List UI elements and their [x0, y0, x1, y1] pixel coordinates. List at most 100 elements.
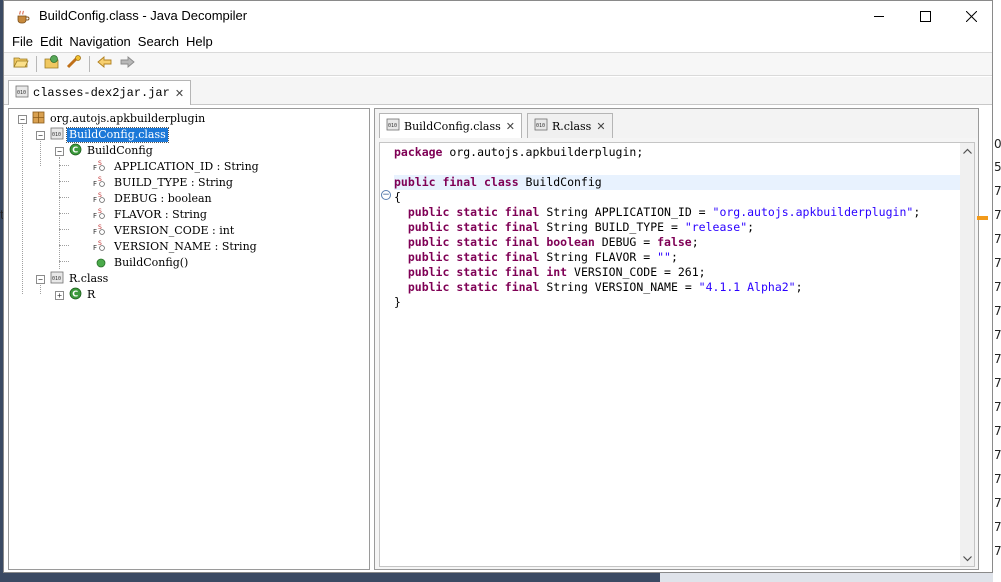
class-icon: C	[69, 143, 82, 160]
tree-label: BuildConfig()	[114, 256, 189, 269]
tree-item-buildconfig-class[interactable]: − 010 BuildConfig.class	[36, 126, 169, 144]
desktop-text: 7	[994, 544, 1001, 558]
title-bar[interactable]: BuildConfig.class - Java Decompiler	[4, 1, 992, 32]
menu-bar: File Edit Navigation Search Help	[4, 32, 992, 52]
tree-item-field[interactable]: FS VERSION_NAME : String	[93, 239, 259, 255]
close-tab-icon[interactable]: ✕	[175, 87, 184, 100]
tab-r-class[interactable]: 010 R.class ✕	[527, 113, 613, 138]
minimize-button[interactable]	[856, 1, 902, 32]
close-tab-icon[interactable]: ✕	[506, 120, 515, 133]
desktop-text: 7	[994, 424, 1001, 438]
tab-buildconfig-class[interactable]: 010 BuildConfig.class ✕	[379, 113, 522, 138]
tree-item-method[interactable]: BuildConfig()	[93, 255, 190, 271]
code-line: }	[394, 295, 401, 309]
toolbar-separator	[36, 56, 37, 72]
editor-gutter	[380, 143, 392, 566]
svg-text:F: F	[93, 244, 97, 252]
open-type-button[interactable]	[41, 54, 63, 74]
desktop-text: 0	[994, 137, 1001, 151]
tree-item-field[interactable]: FS VERSION_CODE : int	[93, 223, 236, 239]
tree-label: VERSION_NAME : String	[114, 240, 257, 253]
open-file-icon	[13, 55, 29, 73]
menu-navigation[interactable]: Navigation	[66, 32, 134, 52]
code-line: public static final String BUILD_TYPE = …	[407, 220, 755, 234]
close-tab-icon[interactable]: ✕	[596, 120, 605, 133]
code-line-current: public final class BuildConfig	[394, 175, 960, 190]
search-button[interactable]	[63, 54, 85, 74]
svg-text:010: 010	[52, 276, 61, 282]
class-file-icon: 010	[386, 117, 400, 135]
code-line: public static final String FLAVOR = "";	[407, 250, 678, 264]
tree-item-package[interactable]: − org.autojs.apkbuilderplugin	[18, 111, 207, 127]
editor-tab-bar: 010 BuildConfig.class ✕ 010 R.class ✕	[375, 109, 978, 138]
tree-item-field[interactable]: FS BUILD_TYPE : String	[93, 175, 235, 191]
tree-item-r-class[interactable]: − 010 R.class	[36, 271, 110, 287]
svg-text:F: F	[93, 228, 97, 236]
tree-label: VERSION_CODE : int	[114, 224, 235, 237]
code-line: public static final int VERSION_CODE = 2…	[407, 265, 706, 279]
static-final-field-icon: FS	[93, 207, 109, 224]
back-button[interactable]	[94, 54, 116, 74]
desktop-text: 5	[994, 160, 1001, 174]
tree-item-buildconfig[interactable]: − C BuildConfig	[55, 143, 155, 159]
class-file-icon: 010	[50, 270, 64, 288]
file-tab-bar: 010 classes-dex2jar.jar ✕	[4, 77, 992, 105]
search-icon	[66, 55, 82, 73]
toolbar	[4, 52, 992, 76]
public-method-icon	[93, 258, 109, 268]
collapse-toggle[interactable]: −	[36, 274, 45, 284]
fold-collapse-icon[interactable]: −	[381, 190, 391, 200]
class-file-icon: 010	[50, 126, 64, 144]
svg-text:010: 010	[388, 123, 397, 129]
vertical-scrollbar[interactable]	[960, 143, 974, 566]
scroll-up-icon[interactable]	[960, 143, 974, 158]
tree-item-r[interactable]: + C R	[55, 287, 97, 303]
desktop-text: 7	[994, 232, 1001, 246]
svg-text:010: 010	[536, 123, 545, 129]
collapse-toggle[interactable]: −	[55, 146, 64, 156]
static-final-field-icon: FS	[93, 175, 109, 192]
desktop-text: 7	[994, 184, 1001, 198]
editor-pane: 010 BuildConfig.class ✕ 010 R.class ✕ − …	[374, 108, 979, 570]
static-final-field-icon: FS	[93, 191, 109, 208]
desktop-text: 7	[994, 472, 1001, 486]
menu-search[interactable]: Search	[135, 32, 183, 52]
tree-label: FLAVOR : String	[114, 208, 207, 221]
code-line: public static final boolean DEBUG = fals…	[407, 235, 699, 249]
forward-button[interactable]	[116, 54, 138, 74]
svg-text:C: C	[72, 145, 78, 154]
code-editor[interactable]: − package org.autojs.apkbuilderplugin; p…	[379, 142, 975, 567]
forward-icon	[119, 55, 135, 73]
code-line: {	[394, 190, 401, 204]
collapse-toggle[interactable]: −	[36, 130, 45, 140]
tree-label: APPLICATION_ID : String	[114, 160, 259, 173]
menu-file[interactable]: File	[9, 32, 37, 52]
desktop-text: 7	[994, 376, 1001, 390]
open-file-button[interactable]	[10, 54, 32, 74]
menu-edit[interactable]: Edit	[37, 32, 66, 52]
svg-text:F: F	[93, 196, 97, 204]
scroll-down-icon[interactable]	[960, 551, 974, 566]
svg-text:010: 010	[17, 90, 26, 96]
tree-label: BuildConfig	[87, 144, 153, 157]
jar-file-icon: 010	[15, 84, 29, 102]
close-button[interactable]	[948, 1, 994, 32]
collapse-toggle[interactable]: −	[18, 114, 27, 124]
desktop-text: 7	[994, 496, 1001, 510]
overview-ruler-marker[interactable]	[977, 216, 988, 220]
tree-item-field[interactable]: FS FLAVOR : String	[93, 207, 209, 223]
desktop-text: 7	[994, 520, 1001, 534]
toolbar-separator	[89, 56, 90, 72]
code-line: package org.autojs.apkbuilderplugin;	[394, 145, 644, 159]
maximize-button[interactable]	[902, 1, 948, 32]
tree-label-selected: BuildConfig.class	[66, 127, 169, 143]
tree-item-field[interactable]: FS APPLICATION_ID : String	[93, 159, 261, 175]
desktop-text: 7	[994, 328, 1001, 342]
coffee-cup-icon	[15, 9, 31, 25]
desktop-text: 7	[994, 208, 1001, 222]
menu-help[interactable]: Help	[183, 32, 217, 52]
tree-item-field[interactable]: FS DEBUG : boolean	[93, 191, 214, 207]
class-tree: − org.autojs.apkbuilderplugin − 010 Buil…	[8, 108, 370, 570]
tab-classes-dex2jar[interactable]: 010 classes-dex2jar.jar ✕	[8, 80, 192, 105]
expand-toggle[interactable]: +	[55, 290, 64, 300]
